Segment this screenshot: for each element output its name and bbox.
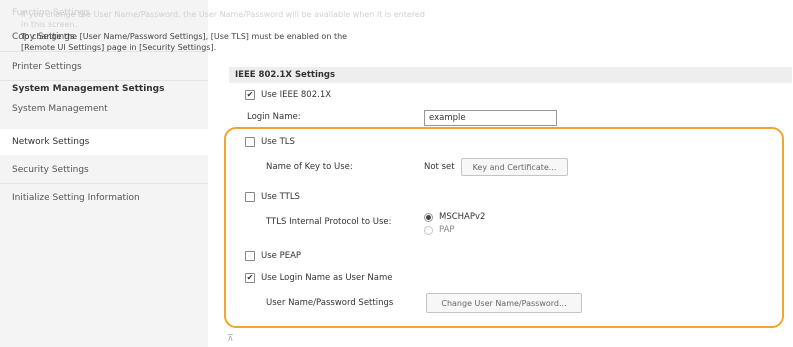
use-tls-label: Use TLS [261, 137, 295, 147]
pap-radio[interactable] [424, 225, 433, 235]
use-ieee-8021x-checkbox[interactable]: ✔ [245, 90, 255, 100]
use-ttls-row: Use TTLS [245, 192, 300, 202]
intro-text-line: [Remote UI Settings] page in [Security S… [21, 43, 217, 52]
sidebar-item-printer-settings[interactable]: Printer Settings [0, 55, 208, 79]
sidebar-divider [0, 80, 208, 81]
login-name-input[interactable]: example [424, 110, 557, 126]
user-password-settings-row: User Name/Password Settings [266, 298, 393, 308]
login-name-label: Login Name: [247, 112, 301, 122]
sidebar: Function Settings Copy Settings Printer … [0, 0, 208, 347]
ttls-option-mschapv2[interactable]: MSCHAPv2 [424, 212, 485, 222]
key-to-use-value: Not set [424, 162, 455, 172]
use-ttls-label: Use TTLS [261, 192, 300, 202]
mschapv2-radio[interactable] [424, 212, 433, 222]
use-login-name-label: Use Login Name as User Name [261, 273, 393, 283]
sidebar-item-system-management[interactable]: System Management [0, 97, 208, 121]
use-tls-row: Use TLS [245, 137, 295, 147]
sidebar-item-network-settings[interactable]: Network Settings [0, 129, 208, 155]
key-to-use-label: Name of Key to Use: [266, 162, 353, 172]
pap-label: PAP [439, 225, 455, 235]
use-tls-checkbox[interactable] [245, 137, 255, 147]
ttls-protocol-label: TTLS Internal Protocol to Use: [266, 217, 392, 227]
mschapv2-label: MSCHAPv2 [439, 212, 486, 222]
use-ieee-8021x-row: ✔ Use IEEE 802.1X [245, 90, 331, 100]
use-peap-row: Use PEAP [245, 251, 301, 261]
ttls-protocol-row: TTLS Internal Protocol to Use: [266, 217, 391, 227]
key-to-use-row: Name of Key to Use: [266, 162, 353, 172]
login-name-row: Login Name: [247, 112, 301, 122]
section-header-ieee-8021x: IEEE 802.1X Settings [229, 67, 792, 83]
ttls-option-pap[interactable]: PAP [424, 225, 455, 235]
sidebar-item-initialize-setting-information[interactable]: Initialize Setting Information [0, 186, 208, 210]
use-peap-checkbox[interactable] [245, 251, 255, 261]
key-to-use-value-row: Not set [424, 162, 455, 172]
use-login-name-row: ✔ Use Login Name as User Name [245, 273, 392, 283]
sidebar-section-system-management-settings: System Management Settings [12, 84, 165, 94]
intro-text-line: If you change the User Name/Password, th… [21, 10, 425, 19]
use-ttls-checkbox[interactable] [245, 192, 255, 202]
intro-text-line: in this screen. [21, 20, 78, 29]
use-peap-label: Use PEAP [261, 251, 302, 261]
use-ieee-8021x-label: Use IEEE 802.1X [261, 90, 332, 100]
use-login-name-checkbox[interactable]: ✔ [245, 273, 255, 283]
intro-text-line: To change the [User Name/Password Settin… [21, 32, 348, 41]
user-password-settings-label: User Name/Password Settings [266, 298, 394, 308]
sidebar-divider [0, 183, 208, 184]
sidebar-item-security-settings[interactable]: Security Settings [0, 158, 208, 182]
key-and-certificate-button[interactable]: Key and Certificate... [461, 158, 568, 176]
change-user-name-password-button[interactable]: Change User Name/Password... [426, 293, 582, 313]
scroll-top-icon[interactable]: ⊼ [227, 334, 234, 344]
